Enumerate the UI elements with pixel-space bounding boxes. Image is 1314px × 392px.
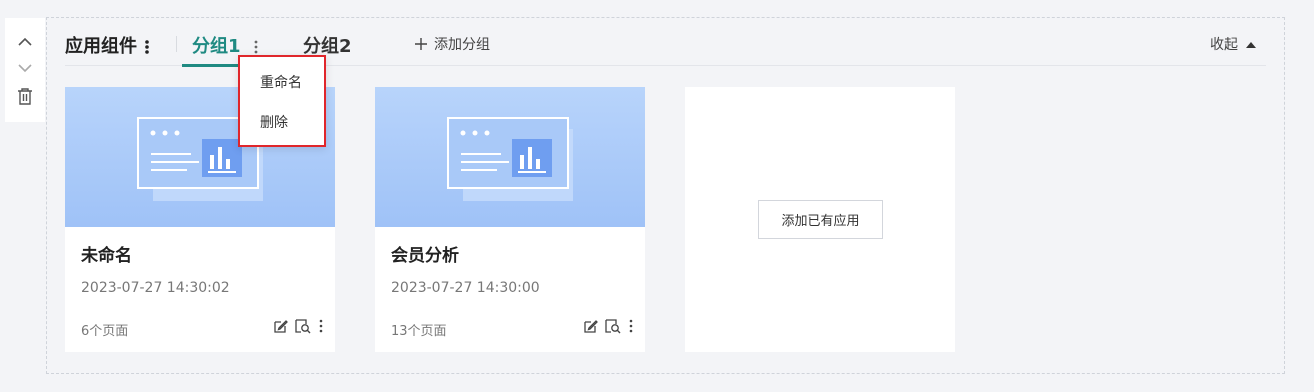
add-group-label: 添加分组 (434, 37, 490, 53)
edit-icon (584, 319, 598, 333)
edit-button[interactable] (583, 319, 598, 334)
add-group-button[interactable]: 添加分组 (414, 34, 490, 54)
preview-icon (605, 319, 621, 334)
add-existing-app-button[interactable]: 添加已有应用 (758, 200, 883, 239)
app-components-panel: 应用组件 分组1 分组2 添加分组 收起 未命名 2023-07-27 14:3… (46, 17, 1285, 374)
preview-icon (295, 319, 311, 334)
app-name: 未命名 (81, 246, 132, 266)
app-timestamp: 2023-07-27 14:30:00 (391, 280, 540, 296)
caret-up-icon (1246, 41, 1256, 48)
page-count: 13个页面 (391, 324, 447, 339)
more-icon (319, 319, 323, 333)
delete-section-button[interactable] (5, 84, 45, 108)
edit-icon (274, 319, 288, 333)
app-card[interactable]: 会员分析 2023-07-27 14:30:00 13个页面 (375, 87, 645, 352)
move-down-button[interactable] (5, 56, 45, 80)
tab-group-1-label: 分组1 (192, 36, 241, 57)
more-icon (629, 319, 633, 333)
tab-more-icon[interactable] (251, 39, 261, 55)
collapse-button[interactable]: 收起 (1210, 34, 1256, 54)
app-name: 会员分析 (391, 246, 459, 266)
trash-icon (18, 88, 32, 105)
plus-icon (415, 38, 427, 50)
section-title-text: 应用组件 (65, 36, 137, 57)
move-up-button[interactable] (5, 30, 45, 54)
card-actions (273, 318, 325, 334)
chevron-up-icon (18, 37, 32, 46)
app-thumbnail (375, 87, 645, 227)
page-count: 6个页面 (81, 324, 129, 339)
card-more-button[interactable] (317, 319, 325, 333)
app-timestamp: 2023-07-27 14:30:02 (81, 280, 230, 296)
menu-item-rename[interactable]: 重命名 (240, 63, 324, 101)
tab-context-menu: 重命名 删除 (238, 55, 326, 147)
chevron-down-icon (18, 64, 32, 73)
section-more-icon[interactable] (143, 38, 151, 56)
edit-button[interactable] (273, 319, 288, 334)
add-app-card: 添加已有应用 (685, 87, 955, 352)
preview-button[interactable] (604, 318, 621, 334)
card-more-button[interactable] (627, 319, 635, 333)
collapse-label: 收起 (1210, 37, 1238, 53)
tab-group-2-label: 分组2 (303, 36, 352, 57)
menu-item-delete[interactable]: 删除 (240, 103, 324, 141)
preview-button[interactable] (294, 318, 311, 334)
section-title: 应用组件 (65, 32, 151, 58)
section-toolbar (5, 18, 45, 122)
dashboard-illustration-icon (447, 117, 573, 201)
title-divider (176, 36, 177, 52)
card-actions (583, 318, 635, 334)
